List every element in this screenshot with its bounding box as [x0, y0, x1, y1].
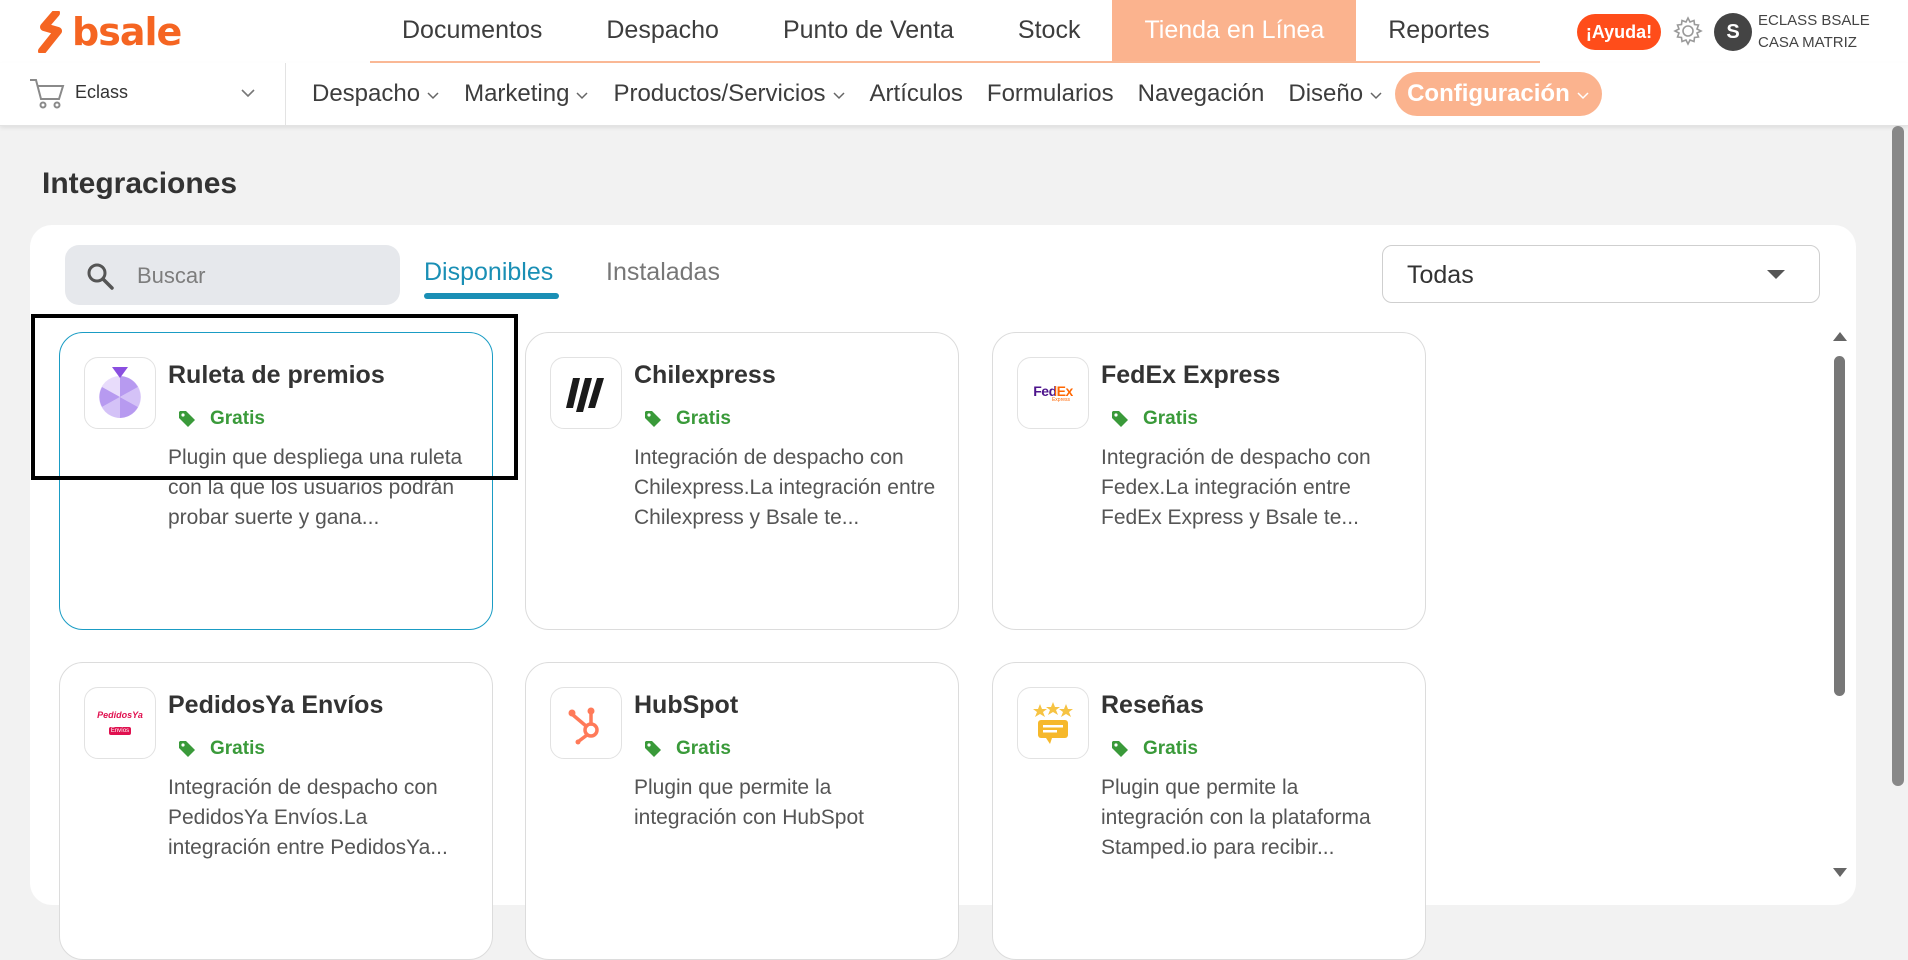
company-info[interactable]: ECLASS BSALE CASA MATRIZ: [1758, 10, 1870, 54]
gear-icon[interactable]: [1672, 15, 1704, 47]
bsale-logo[interactable]: bsale: [38, 10, 182, 54]
tab-instaladas[interactable]: Instaladas: [606, 258, 720, 287]
integration-card-resenas[interactable]: Reseñas Gratis Plugin que permite la int…: [992, 662, 1426, 960]
integration-name: Reseñas: [1101, 691, 1204, 719]
fedex-logo-sub: Express: [1051, 396, 1071, 403]
store-selector[interactable]: Eclass: [0, 63, 286, 125]
store-nav-label: Configuración: [1407, 80, 1570, 107]
price-label: Gratis: [1143, 408, 1198, 429]
main-nav-punto-de-venta[interactable]: Punto de Venta: [751, 0, 986, 61]
branch-name: CASA MATRIZ: [1758, 34, 1857, 51]
pedidosya-logo: PedidosYa Envíos: [84, 687, 156, 759]
active-tab-indicator: [424, 293, 559, 299]
store-nav-label: Despacho: [312, 80, 421, 107]
store-nav-diseno[interactable]: Diseño: [1288, 80, 1383, 108]
selection-highlight-box: [31, 314, 518, 480]
price-label: Gratis: [1143, 738, 1198, 759]
store-nav: Despacho Marketing Productos/Servicios A…: [300, 63, 1614, 125]
integration-description: Plugin que permite la integración con Hu…: [634, 776, 864, 829]
store-name: Eclass: [75, 82, 129, 102]
shopping-cart-icon: [30, 79, 65, 109]
fedex-logo: FedEx Express: [1017, 357, 1089, 429]
price-badge: Gratis: [644, 408, 731, 430]
pedidosya-logo-text: PedidosYa: [97, 709, 143, 720]
scroll-up-arrow-icon[interactable]: [1833, 332, 1847, 341]
cards-scrollbar[interactable]: [1828, 326, 1852, 891]
page-scrollbar-thumb[interactable]: [1892, 126, 1904, 786]
store-nav-productos-servicios[interactable]: Productos/Servicios: [613, 80, 845, 108]
chevron-down-icon: [833, 92, 845, 100]
store-sub-bar: Eclass Despacho Marketing Productos/Serv…: [0, 63, 1908, 126]
store-nav-despacho[interactable]: Despacho: [312, 80, 440, 108]
integration-name: HubSpot: [634, 691, 739, 719]
price-tag-icon: [1112, 741, 1128, 757]
integration-card-pedidosya[interactable]: PedidosYa Envíos PedidosYa Envíos Gratis…: [59, 662, 493, 960]
store-nav-label: Artículos: [869, 80, 963, 107]
integration-card-fedex[interactable]: FedEx Express FedEx Express Gratis Integ…: [992, 332, 1426, 630]
store-nav-formularios[interactable]: Formularios: [987, 80, 1114, 108]
page-title: Integraciones: [42, 167, 238, 200]
top-bar: bsale Documentos Despacho Punto de Venta…: [0, 0, 1908, 63]
integration-description: Integración de despacho con Chilexpress.…: [634, 446, 936, 529]
chilexpress-logo: [550, 357, 622, 429]
search-box[interactable]: [65, 245, 400, 305]
price-label: Gratis: [210, 738, 265, 759]
dropdown-arrow-icon: [1767, 270, 1785, 279]
price-tag-icon: [645, 741, 661, 757]
store-nav-label: Productos/Servicios: [613, 80, 826, 107]
price-label: Gratis: [676, 408, 731, 429]
store-nav-label: Diseño: [1288, 80, 1364, 107]
main-nav: Documentos Despacho Punto de Venta Stock…: [370, 0, 1540, 63]
integration-name: Chilexpress: [634, 361, 776, 389]
integration-description: Integración de despacho con Fedex.La int…: [1101, 446, 1371, 529]
chevron-down-icon: [241, 89, 255, 98]
main-nav-despacho[interactable]: Despacho: [574, 0, 751, 61]
hubspot-logo: [550, 687, 622, 759]
integration-description: Plugin que permite la integración con la…: [1101, 776, 1371, 859]
main-nav-stock[interactable]: Stock: [986, 0, 1113, 61]
chevron-down-icon: [1370, 92, 1382, 100]
chevron-down-icon: [1577, 92, 1589, 100]
integration-description: Integración de despacho con PedidosYa En…: [168, 776, 448, 859]
category-filter-value: Todas: [1407, 261, 1474, 289]
price-tag-icon: [645, 411, 661, 427]
main-nav-tienda-en-linea[interactable]: Tienda en Línea: [1112, 0, 1357, 61]
search-icon: [87, 263, 114, 290]
store-nav-label: Navegación: [1137, 80, 1265, 107]
store-nav-marketing[interactable]: Marketing: [464, 80, 589, 108]
scrollbar-thumb[interactable]: [1834, 356, 1845, 696]
company-name: ECLASS BSALE: [1758, 12, 1870, 29]
category-filter-select[interactable]: Todas: [1382, 245, 1820, 303]
price-tag-icon: [1112, 411, 1128, 427]
reviews-stars-icon: [1017, 687, 1089, 759]
pedidosya-logo-sub: Envíos: [108, 726, 132, 735]
user-avatar[interactable]: S: [1714, 13, 1752, 51]
brand-name: bsale: [72, 10, 182, 54]
store-nav-navegacion[interactable]: Navegación: [1138, 80, 1265, 108]
price-badge: Gratis: [644, 738, 731, 760]
price-badge: Gratis: [1111, 738, 1198, 760]
store-nav-articulos[interactable]: Artículos: [870, 80, 963, 108]
chevron-down-icon: [427, 92, 439, 100]
price-badge: Gratis: [1111, 408, 1198, 430]
search-input[interactable]: [135, 257, 379, 295]
store-nav-label: Marketing: [464, 80, 570, 107]
store-nav-configuracion[interactable]: Configuración: [1395, 72, 1602, 116]
bsale-logo-icon: [38, 11, 62, 53]
main-nav-documentos[interactable]: Documentos: [370, 0, 574, 61]
price-label: Gratis: [676, 738, 731, 759]
integration-name: FedEx Express: [1101, 361, 1281, 389]
help-button[interactable]: ¡Ayuda!: [1577, 14, 1661, 50]
tab-disponibles[interactable]: Disponibles: [424, 258, 553, 287]
main-nav-reportes[interactable]: Reportes: [1356, 0, 1521, 61]
integration-card-chilexpress[interactable]: Chilexpress Gratis Integración de despac…: [525, 332, 959, 630]
integration-name: PedidosYa Envíos: [168, 691, 384, 719]
price-badge: Gratis: [178, 738, 265, 760]
chevron-down-icon: [576, 92, 588, 100]
integration-card-hubspot[interactable]: HubSpot Gratis Plugin que permite la int…: [525, 662, 959, 960]
scroll-down-arrow-icon[interactable]: [1833, 868, 1847, 877]
page-scrollbar[interactable]: [1888, 126, 1908, 891]
price-tag-icon: [179, 741, 195, 757]
store-nav-label: Formularios: [986, 80, 1114, 107]
